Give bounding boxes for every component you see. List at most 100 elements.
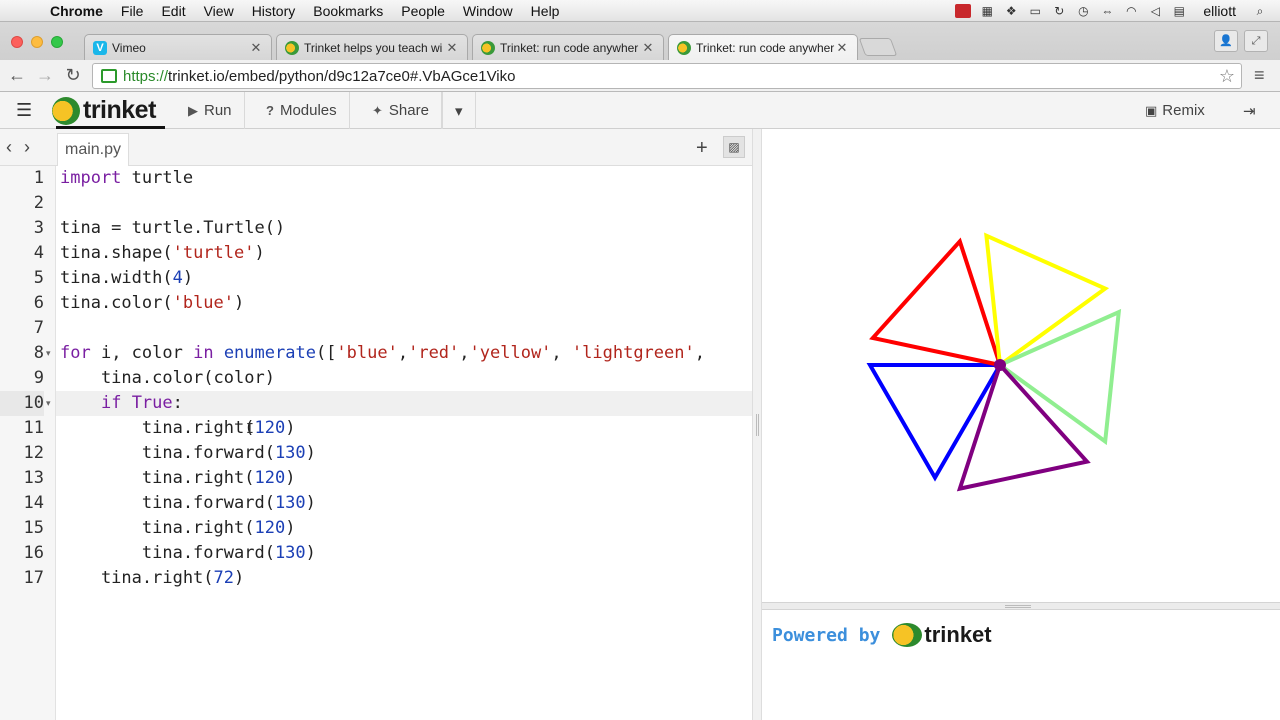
code-editor[interactable]: import turtle tina = turtle.Turtle() tina.… xyxy=(56,166,752,720)
bookmark-star-icon[interactable]: ☆ xyxy=(1219,66,1235,87)
close-tab-icon[interactable]: ✕ xyxy=(641,40,655,56)
file-tab-main[interactable]: main.py xyxy=(57,133,130,166)
menu-view[interactable]: View xyxy=(195,3,243,19)
line-number: 8 xyxy=(33,343,44,363)
menu-bookmarks[interactable]: Bookmarks xyxy=(304,3,392,19)
modules-label: Modules xyxy=(279,102,337,119)
code-line[interactable]: tina.color(color) xyxy=(56,366,752,391)
close-tab-icon[interactable]: ✕ xyxy=(445,40,459,56)
modules-button[interactable]: ? Modules xyxy=(254,92,350,129)
trinket-icon xyxy=(285,40,299,55)
os-menu-bar: Chrome File Edit View History Bookmarks … xyxy=(0,0,1280,22)
text-cursor-icon: I xyxy=(246,422,254,437)
menu-app-name[interactable]: Chrome xyxy=(40,3,112,19)
turtle-drawing xyxy=(866,232,1122,492)
tab-trinket-teach[interactable]: Trinket helps you teach wi ✕ xyxy=(276,34,468,60)
more-dropdown-button[interactable]: ▾ xyxy=(442,92,476,129)
fullscreen-icon[interactable]: ⤢ xyxy=(1244,30,1268,52)
tab-trinket-run-active[interactable]: Trinket: run code anywher ✕ xyxy=(668,34,858,61)
add-file-icon[interactable]: + xyxy=(696,137,708,160)
trinket-toolbar: ☰ trinket ▶ Run ? Modules ✦ Share ▾ ▣ Re… xyxy=(0,92,1280,129)
address-bar[interactable]: https:// trinket.io/embed/python/d9c12a7… xyxy=(92,63,1242,89)
triangle-2 xyxy=(869,237,1002,367)
tab-trinket-run-1[interactable]: Trinket: run code anywher ✕ xyxy=(472,34,664,60)
horizontal-split-handle[interactable] xyxy=(762,602,1280,610)
code-line[interactable]: tina.right(120) xyxy=(56,416,752,441)
grid-icon[interactable]: ▦ xyxy=(979,4,995,18)
close-tab-icon[interactable]: ✕ xyxy=(249,40,263,56)
trinket-icon xyxy=(481,40,495,55)
line-number: 4 xyxy=(33,243,44,263)
code-line[interactable]: tina.right(72) xyxy=(56,566,752,591)
image-file-icon[interactable]: ▨ xyxy=(723,136,745,158)
code-line[interactable]: import turtle xyxy=(56,166,752,191)
vertical-split-handle[interactable] xyxy=(752,129,762,720)
code-line[interactable]: tina.forward(130) xyxy=(56,491,752,516)
code-line[interactable]: tina.color('blue') xyxy=(56,291,752,316)
chevron-right-icon[interactable]: › xyxy=(24,137,30,158)
code-line[interactable]: if True: xyxy=(56,391,752,416)
line-number: 17 xyxy=(23,568,44,588)
back-icon[interactable]: ← xyxy=(5,64,29,88)
menu-window[interactable]: Window xyxy=(454,3,522,19)
turtle-icon xyxy=(994,359,1006,371)
code-line[interactable]: for i, color in enumerate(['blue','red',… xyxy=(56,341,752,366)
code-line[interactable] xyxy=(56,191,752,216)
code-line[interactable]: tina.forward(130) xyxy=(56,441,752,466)
powered-brand-text: trinket xyxy=(924,622,992,647)
trinket-logo-icon xyxy=(892,623,923,647)
close-tab-icon[interactable]: ✕ xyxy=(835,40,849,56)
tab-vimeo[interactable]: V Vimeo ✕ xyxy=(84,34,272,60)
time-machine-icon[interactable]: ◷ xyxy=(1075,4,1091,18)
profile-icon[interactable]: 👤 xyxy=(1214,30,1238,52)
trinket-logo-icon xyxy=(52,96,80,125)
login-icon[interactable]: ⇥ xyxy=(1243,92,1256,129)
fold-arrow-icon[interactable]: ▾ xyxy=(46,341,51,366)
menu-help[interactable]: Help xyxy=(522,3,569,19)
trinket-logo-text: trinket xyxy=(83,96,156,124)
close-window-button[interactable] xyxy=(11,36,23,48)
new-tab-button[interactable] xyxy=(858,38,898,56)
volume-icon[interactable]: ◁ xyxy=(1147,4,1163,18)
menu-edit[interactable]: Edit xyxy=(152,3,194,19)
code-line[interactable]: tina.right(120) xyxy=(56,516,752,541)
code-line[interactable]: tina.forward(130) xyxy=(56,541,752,566)
line-number-gutter: 1 2 3 4 5 6 7 8 ▾ 9 10 ▾ 11 12 13 14 15 16 17 xyxy=(0,166,56,720)
share-button[interactable]: ✦ Share xyxy=(360,92,442,129)
minimize-window-button[interactable] xyxy=(31,36,43,48)
trinket-icon xyxy=(677,41,691,55)
powered-by-trinket[interactable]: Powered by trinket xyxy=(772,622,992,648)
code-line[interactable]: tina.right(120) xyxy=(56,466,752,491)
calendar-icon[interactable]: ▤ xyxy=(1171,4,1187,18)
chrome-menu-icon[interactable]: ≡ xyxy=(1254,66,1270,84)
reload-icon[interactable]: ↻ xyxy=(61,64,85,88)
menu-people[interactable]: People xyxy=(392,3,454,19)
code-line[interactable] xyxy=(56,316,752,341)
remix-button[interactable]: ▣ Remix xyxy=(1145,92,1205,129)
code-line[interactable]: tina.shape('turtle') xyxy=(56,241,752,266)
code-line[interactable]: tina.width(4) xyxy=(56,266,752,291)
dropbox-icon[interactable]: ❖ xyxy=(1003,4,1019,18)
save-icon: ▣ xyxy=(1145,102,1158,118)
user-name[interactable]: elliott xyxy=(1195,3,1244,19)
fold-arrow-icon[interactable]: ▾ xyxy=(46,391,51,416)
search-icon[interactable]: ⌕ xyxy=(1252,4,1268,18)
line-number: 16 xyxy=(23,543,44,563)
caret-down-icon: ▾ xyxy=(455,102,463,120)
forward-icon[interactable]: → xyxy=(33,64,57,88)
menu-history[interactable]: History xyxy=(243,3,305,19)
run-button[interactable]: ▶ Run xyxy=(176,92,245,129)
battery-icon[interactable]: ▭ xyxy=(1027,4,1043,18)
chevron-left-icon[interactable]: ‹ xyxy=(6,137,12,158)
record-icon[interactable] xyxy=(955,4,972,18)
sync-icon[interactable]: ↻ xyxy=(1051,4,1067,18)
lock-icon xyxy=(101,69,117,83)
tab-title: Trinket helps you teach wi xyxy=(304,40,443,55)
hamburger-menu-icon[interactable]: ☰ xyxy=(16,100,32,121)
trinket-logo[interactable]: trinket xyxy=(52,96,156,125)
menu-file[interactable]: File xyxy=(112,3,153,19)
zoom-window-button[interactable] xyxy=(51,36,63,48)
code-line[interactable]: tina = turtle.Turtle() xyxy=(56,216,752,241)
arrows-icon[interactable]: ⇔ xyxy=(1099,4,1115,18)
wifi-icon[interactable]: ◠ xyxy=(1123,4,1139,18)
